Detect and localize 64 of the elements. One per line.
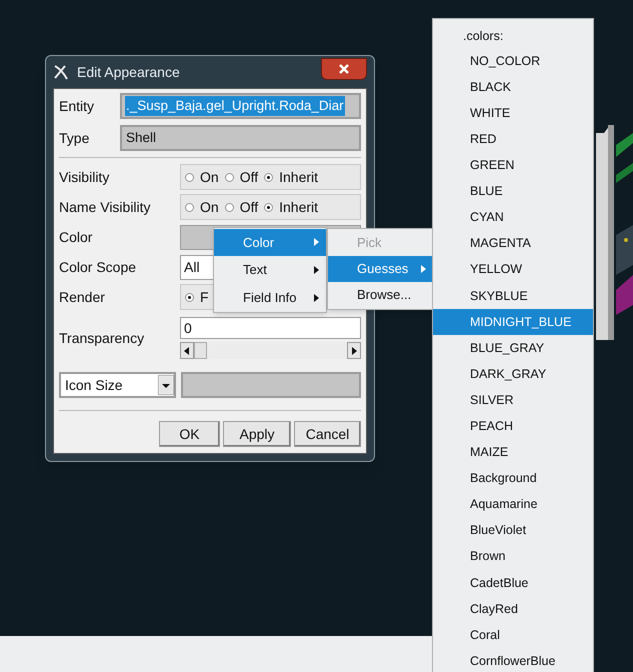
field-label: Color Scope bbox=[59, 258, 138, 277]
menu-item[interactable]: MIDNIGHT_BLUE bbox=[433, 308, 593, 336]
input-field[interactable]: 0 bbox=[180, 317, 361, 339]
field-label: Type bbox=[59, 128, 90, 148]
radio-button[interactable]: On bbox=[185, 196, 219, 218]
menu-item[interactable]: PEACH bbox=[433, 413, 593, 440]
radio-button[interactable]: F bbox=[185, 286, 209, 308]
dialog-button[interactable]: Cancel bbox=[294, 421, 361, 447]
input-field[interactable]: ._Susp_Baja.gel_Upright.Roda_Diar bbox=[120, 93, 361, 119]
menu-item[interactable]: Aquamarine bbox=[433, 492, 593, 518]
field-label: Entity bbox=[59, 96, 96, 116]
menu-item[interactable]: WHITE bbox=[433, 100, 593, 126]
menu-item[interactable]: RED bbox=[433, 126, 593, 152]
icon-size-dropdown[interactable]: Icon Size bbox=[59, 372, 176, 398]
window-title: Edit Appearance bbox=[77, 62, 180, 82]
field-label: Color bbox=[59, 228, 94, 246]
field-label: Render bbox=[59, 288, 106, 306]
menu-item[interactable]: DARK_GRAY bbox=[433, 361, 593, 388]
scrollbar[interactable] bbox=[180, 342, 361, 359]
submenu-arrow-icon bbox=[314, 294, 319, 302]
close-button[interactable] bbox=[321, 58, 367, 80]
input-field[interactable] bbox=[181, 372, 361, 398]
menu-item[interactable]: BlueViolet bbox=[433, 518, 593, 544]
menu-item[interactable]: Field Info bbox=[214, 284, 326, 312]
submenu-arrow-icon bbox=[314, 238, 319, 246]
menu-item[interactable]: Guesses bbox=[328, 256, 432, 282]
radio-button[interactable]: Off bbox=[224, 166, 258, 188]
menu-item[interactable]: MAIZE bbox=[433, 439, 593, 466]
menu-item[interactable]: BLUE bbox=[433, 178, 593, 205]
field-label: Visibility bbox=[59, 168, 110, 187]
menu-item[interactable]: YELLOW bbox=[433, 256, 593, 283]
menu-item[interactable]: ClayRed bbox=[433, 596, 593, 622]
radio-button[interactable]: Off bbox=[224, 196, 258, 218]
menu-item[interactable]: GREEN bbox=[433, 152, 593, 178]
submenu-arrow-icon bbox=[421, 265, 426, 273]
menu-item[interactable]: MAGENTA bbox=[433, 230, 593, 257]
menu-item[interactable]: Background bbox=[433, 466, 593, 492]
menu-item[interactable]: Color bbox=[214, 229, 326, 256]
close-icon bbox=[339, 64, 349, 74]
slider-thumb[interactable] bbox=[194, 342, 207, 359]
radio-button[interactable]: Inherit bbox=[264, 196, 318, 218]
menu-header: .colors: bbox=[462, 28, 504, 45]
menu-item[interactable]: Coral bbox=[433, 622, 593, 648]
submenu-arrow-icon bbox=[314, 266, 319, 274]
menu-item[interactable]: SKYBLUE bbox=[433, 282, 593, 309]
field-label: Name Visibility bbox=[59, 198, 152, 217]
menu-item[interactable]: BLUE_GRAY bbox=[433, 335, 593, 362]
menu-item[interactable]: CYAN bbox=[433, 204, 593, 231]
dialog-button[interactable]: Apply bbox=[223, 421, 291, 447]
input-field[interactable]: Shell bbox=[120, 125, 361, 151]
menu-item[interactable]: CadetBlue bbox=[433, 570, 593, 596]
menu-item[interactable]: CornflowerBlue bbox=[433, 648, 593, 672]
dialog-button[interactable]: OK bbox=[159, 421, 220, 447]
field-label: Transparency bbox=[59, 328, 146, 348]
menu-item[interactable]: Brown bbox=[433, 544, 593, 570]
menu-item[interactable]: Text bbox=[214, 256, 326, 284]
radio-button[interactable]: On bbox=[185, 166, 219, 188]
radio-button[interactable]: Inherit bbox=[264, 166, 318, 188]
menu-item[interactable]: Browse... bbox=[328, 282, 432, 308]
menu-item[interactable]: SILVER bbox=[433, 387, 593, 414]
app-icon bbox=[53, 64, 69, 80]
menu-item[interactable]: BLACK bbox=[433, 74, 593, 100]
dropdown-arrow-icon bbox=[158, 375, 174, 395]
menu-item[interactable]: NO_COLOR bbox=[433, 48, 593, 74]
